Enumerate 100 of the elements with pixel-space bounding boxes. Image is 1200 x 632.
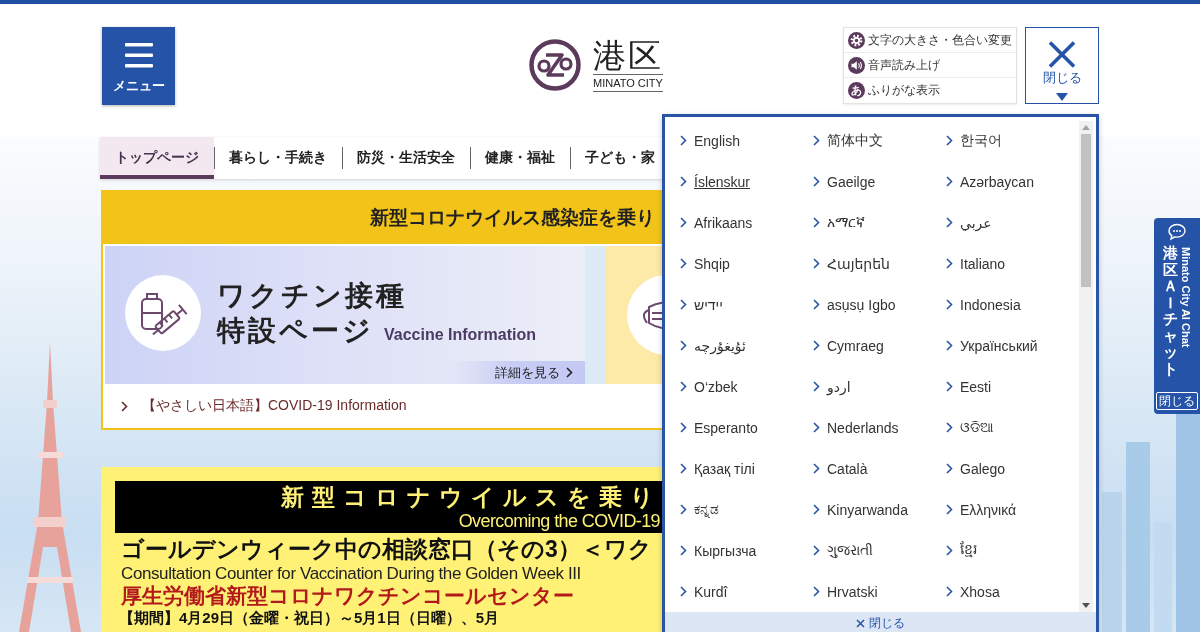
- chevron-right-icon: [813, 176, 820, 187]
- language-link[interactable]: English: [680, 120, 740, 161]
- chevron-right-icon: [813, 135, 820, 146]
- chevron-right-icon: [813, 504, 820, 515]
- chevron-right-icon: [566, 367, 573, 378]
- close-button[interactable]: 閉じる: [1025, 27, 1099, 104]
- emblem-logo: [529, 39, 581, 91]
- language-link[interactable]: Kinyarwanda: [813, 489, 908, 530]
- accessibility-link[interactable]: 文字の大きさ・色合い変更: [844, 28, 1016, 53]
- menu-button[interactable]: メニュー: [102, 27, 175, 105]
- language-link[interactable]: Кыргызча: [680, 530, 757, 571]
- scrollbar[interactable]: [1079, 121, 1093, 612]
- chevron-right-icon: [946, 504, 953, 515]
- scroll-down-icon[interactable]: [1082, 603, 1090, 608]
- chevron-right-icon: [680, 381, 687, 392]
- nav-tab[interactable]: トップページ: [100, 137, 214, 179]
- language-link[interactable]: O‘zbek: [680, 366, 738, 407]
- nav-tab[interactable]: 暮らし・手続き: [214, 137, 342, 179]
- chevron-right-icon: [680, 299, 687, 310]
- language-link[interactable]: Gaeilge: [813, 161, 876, 202]
- vaccine-banner[interactable]: ワクチン接種 特設ページ Vaccine Information 詳細を見る: [105, 246, 585, 384]
- language-link[interactable]: Esperanto: [680, 407, 758, 448]
- language-link[interactable]: Kurdî: [680, 571, 728, 612]
- chevron-right-icon: [813, 299, 820, 310]
- speaker-icon: [848, 56, 865, 74]
- language-link[interactable]: יידיש: [680, 284, 723, 325]
- chevron-right-icon: [946, 176, 953, 187]
- chevron-right-icon: [946, 381, 953, 392]
- language-link[interactable]: Italiano: [946, 243, 1006, 284]
- poster-subtitle: Overcoming the COVID-19: [458, 510, 661, 531]
- poster-title: 新型コロナウイルスを乗り: [281, 483, 662, 511]
- language-link[interactable]: ಕನ್ನಡ: [680, 489, 719, 530]
- nav-tab[interactable]: 子ども・家: [570, 137, 666, 179]
- language-link[interactable]: Afrikaans: [680, 202, 753, 243]
- chevron-right-icon: [813, 463, 820, 474]
- chevron-right-icon: [946, 135, 953, 146]
- language-link[interactable]: Íslenskur: [680, 161, 751, 202]
- chevron-right-icon: [946, 340, 953, 351]
- city-name-latin: MINATO CITY: [593, 74, 663, 92]
- chevron-right-icon: [946, 258, 953, 269]
- language-link[interactable]: Shqip: [680, 243, 730, 284]
- close-menu-button[interactable]: 閉じる: [856, 612, 905, 630]
- chevron-right-icon: [813, 258, 820, 269]
- language-link[interactable]: عربي: [946, 202, 992, 243]
- menu-icon: [124, 43, 153, 68]
- scroll-up-icon[interactable]: [1082, 125, 1090, 130]
- chevron-right-icon: [680, 463, 687, 474]
- caret-down-icon: [1056, 93, 1068, 101]
- accessibility-link[interactable]: あ ふりがな表示: [844, 78, 1016, 103]
- chat-title: 港区ＡＩチャット: [1162, 245, 1178, 377]
- chevron-right-icon: [813, 545, 820, 556]
- language-link[interactable]: አማርኛ: [813, 202, 865, 243]
- chevron-right-icon: [680, 176, 687, 187]
- language-link[interactable]: اردو: [813, 366, 851, 407]
- language-link[interactable]: Català: [813, 448, 868, 489]
- vaccine-title: 特設ページ: [217, 313, 374, 348]
- chevron-right-icon: [813, 340, 820, 351]
- chevron-right-icon: [680, 504, 687, 515]
- chevron-right-icon: [946, 463, 953, 474]
- language-link[interactable]: Galego: [946, 448, 1006, 489]
- language-link[interactable]: Azərbaycan: [946, 161, 1034, 202]
- vaccine-subtitle: Vaccine Information: [384, 325, 537, 344]
- chevron-right-icon: [680, 135, 687, 146]
- language-link[interactable]: Հայերեն: [813, 243, 890, 284]
- language-link[interactable]: Hrvatski: [813, 571, 878, 612]
- chat-close-button[interactable]: 閉じる: [1156, 392, 1198, 410]
- language-link[interactable]: ଓଡିଆ: [946, 407, 994, 448]
- chat-bubble-icon: [1167, 223, 1187, 241]
- chevron-right-icon: [946, 299, 953, 310]
- hiragana-icon: あ: [848, 82, 865, 99]
- chevron-right-icon: [680, 258, 687, 269]
- language-link[interactable]: asụsụ Igbo: [813, 284, 896, 325]
- chevron-right-icon: [946, 422, 953, 433]
- language-link[interactable]: ئۇيغۇرچە: [680, 325, 746, 366]
- language-link[interactable]: 한국어: [946, 120, 1002, 161]
- chevron-right-icon: [680, 586, 687, 597]
- language-link[interactable]: Cymraeg: [813, 325, 884, 366]
- accessibility-link[interactable]: 音声読み上げ: [844, 53, 1016, 78]
- language-link[interactable]: Indonesia: [946, 284, 1021, 325]
- language-link[interactable]: Ελληνικά: [946, 489, 1017, 530]
- nav-tab[interactable]: 防災・生活安全: [342, 137, 470, 179]
- chevron-right-icon: [680, 545, 687, 556]
- language-link[interactable]: ગુજરાતી: [813, 530, 873, 571]
- language-link[interactable]: Eesti: [946, 366, 992, 407]
- language-link[interactable]: 简体中文: [813, 120, 883, 161]
- chevron-right-icon: [680, 217, 687, 228]
- language-link[interactable]: Қазақ тілі: [680, 448, 755, 489]
- language-link[interactable]: Xhosa: [946, 571, 1000, 612]
- scrollbar-thumb[interactable]: [1081, 134, 1091, 287]
- language-link[interactable]: Nederlands: [813, 407, 899, 448]
- poster-heading: ゴールデンウィーク中の相談窓口（その3）＜ワク: [120, 535, 653, 563]
- language-link[interactable]: Український: [946, 325, 1038, 366]
- chevron-right-icon: [946, 545, 953, 556]
- chevron-right-icon: [813, 381, 820, 392]
- chat-subtitle: Minato City AI Chat: [1179, 246, 1192, 350]
- easy-japanese-link[interactable]: 【やさしい日本語】COVID-19 Information: [121, 397, 407, 415]
- vaccine-title: ワクチン接種: [217, 278, 407, 313]
- language-link[interactable]: ខ្មែរ: [946, 530, 977, 571]
- period-text: 【期間】4月29日（金曜・祝日）～5月1日（日曜）、5月: [118, 608, 501, 627]
- nav-tab[interactable]: 健康・福祉: [470, 137, 570, 179]
